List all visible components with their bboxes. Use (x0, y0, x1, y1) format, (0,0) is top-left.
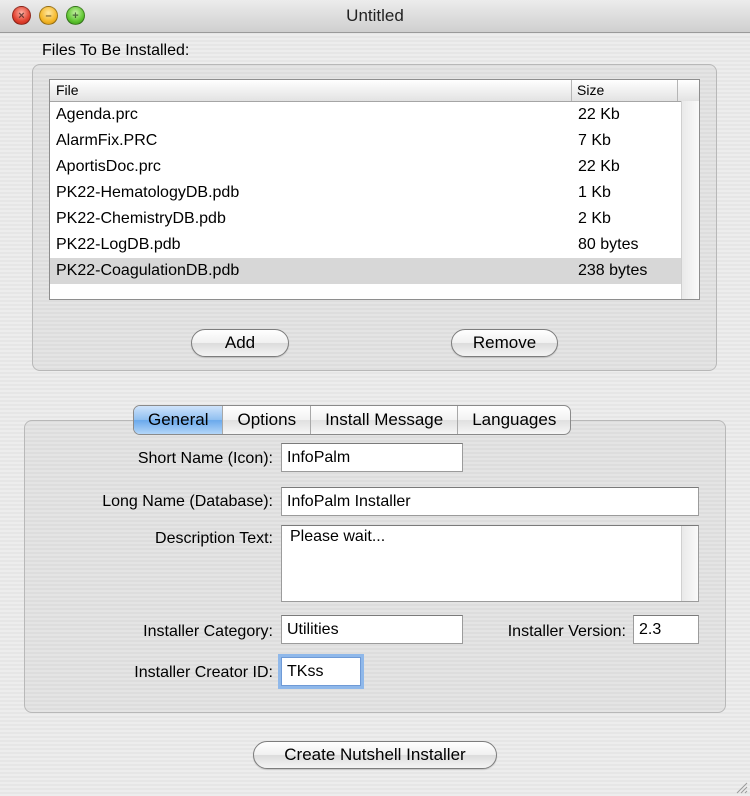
table-scrollbar[interactable] (681, 101, 699, 299)
table-row[interactable]: PK22-CoagulationDB.pdb 238 bytes (50, 258, 683, 284)
file-name-cell: PK22-LogDB.pdb (56, 236, 181, 253)
file-name-cell: Agenda.prc (56, 106, 138, 123)
description-scrollbar[interactable] (681, 526, 698, 601)
table-row[interactable]: PK22-HematologyDB.pdb 1 Kb (50, 180, 683, 206)
description-textarea[interactable]: Please wait... (281, 525, 699, 602)
file-size-cell: 80 bytes (578, 236, 639, 253)
table-rows: Agenda.prc 22 Kb AlarmFix.PRC 7 Kb AportisDo… (50, 102, 683, 284)
file-name-cell: PK22-CoagulationDB.pdb (56, 262, 240, 279)
long-name-field[interactable]: InfoPalm Installer (281, 487, 699, 516)
table-row[interactable]: AportisDoc.prc 22 Kb (50, 154, 683, 180)
file-size-cell: 2 Kb (578, 210, 611, 227)
short-name-label: Short Name (Icon): (137, 450, 273, 467)
installer-version-label: Installer Version: (507, 623, 626, 640)
file-size-cell: 7 Kb (578, 132, 611, 149)
installer-version-field[interactable]: 2.3 (633, 615, 699, 644)
creator-id-field[interactable]: TKss (281, 657, 361, 686)
tab-options[interactable]: Options (222, 406, 310, 434)
column-header-size[interactable]: Size (577, 82, 604, 98)
file-name-cell: AlarmFix.PRC (56, 132, 158, 149)
create-installer-button[interactable]: Create Nutshell Installer (253, 741, 497, 769)
files-section-label: Files To Be Installed: (42, 42, 190, 59)
description-label: Description Text: (155, 530, 273, 547)
tab-general[interactable]: General (134, 406, 223, 434)
file-size-cell: 22 Kb (578, 158, 620, 175)
table-row[interactable]: PK22-ChemistryDB.pdb 2 Kb (50, 206, 683, 232)
table-row[interactable]: Agenda.prc 22 Kb (50, 102, 683, 128)
title-bar[interactable]: × – + Untitled (0, 0, 750, 33)
installer-category-label: Installer Category: (143, 623, 273, 640)
file-size-cell: 238 bytes (578, 262, 648, 279)
short-name-field[interactable]: InfoPalm (281, 443, 463, 472)
file-name-cell: AportisDoc.prc (56, 158, 161, 175)
remove-button[interactable]: Remove (451, 329, 558, 357)
resize-grip-icon[interactable] (734, 780, 748, 794)
file-name-cell: PK22-ChemistryDB.pdb (56, 210, 226, 227)
column-divider[interactable] (571, 80, 572, 101)
table-header: File Size (50, 80, 699, 102)
window-title: Untitled (346, 6, 404, 25)
table-row[interactable]: PK22-LogDB.pdb 80 bytes (50, 232, 683, 258)
installer-window: × – + Untitled Files To Be Installed: Fi… (0, 0, 750, 796)
tab-bar: General Options Install Message Languages (133, 405, 572, 435)
column-header-file[interactable]: File (56, 82, 79, 98)
creator-id-label: Installer Creator ID: (134, 664, 273, 681)
add-button[interactable]: Add (191, 329, 289, 357)
tab-install-message[interactable]: Install Message (310, 406, 457, 434)
tab-languages[interactable]: Languages (457, 406, 570, 434)
long-name-label: Long Name (Database): (102, 493, 273, 510)
file-name-cell: PK22-HematologyDB.pdb (56, 184, 240, 201)
installer-category-field[interactable]: Utilities (281, 615, 463, 644)
files-table[interactable]: File Size Agenda.prc 22 Kb AlarmFix.PRC 7 K… (49, 79, 700, 300)
column-divider (677, 80, 678, 101)
description-text: Please wait... (290, 528, 386, 545)
file-size-cell: 1 Kb (578, 184, 611, 201)
file-size-cell: 22 Kb (578, 106, 620, 123)
table-row[interactable]: AlarmFix.PRC 7 Kb (50, 128, 683, 154)
